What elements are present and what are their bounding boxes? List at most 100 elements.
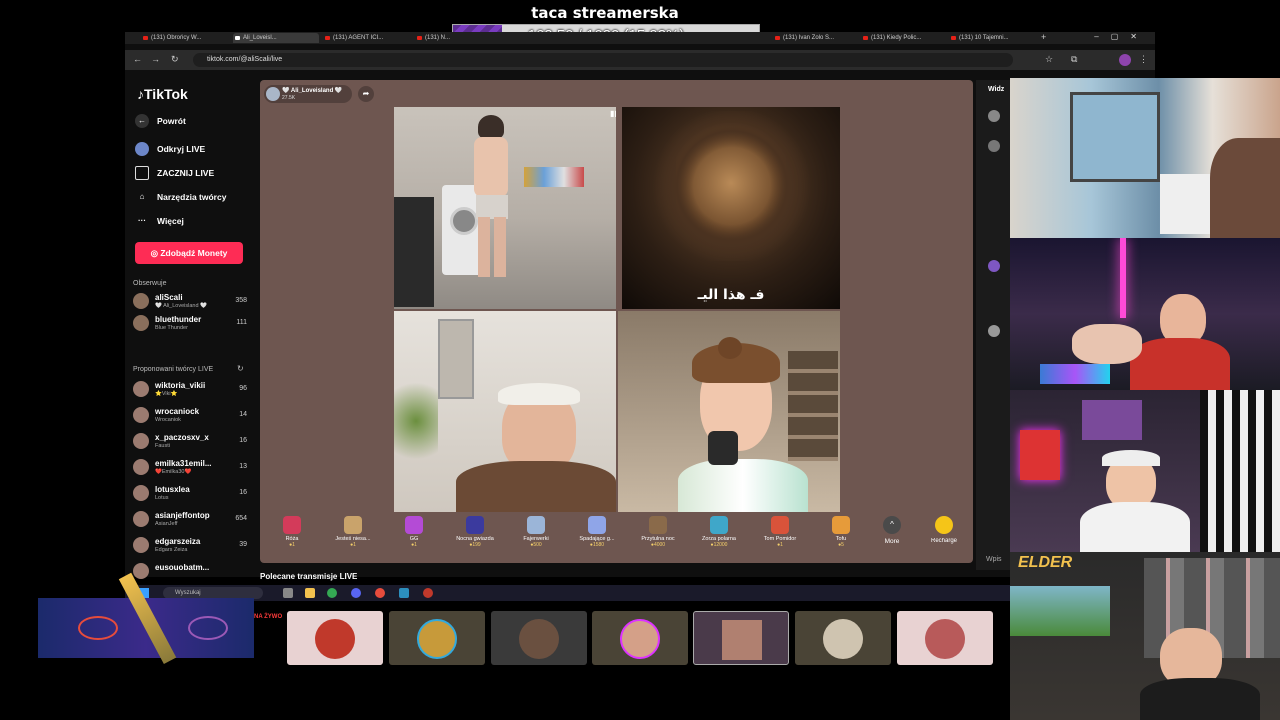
person-leg bbox=[494, 217, 506, 277]
forward-icon[interactable]: → bbox=[151, 54, 160, 64]
file-explorer-icon[interactable] bbox=[305, 588, 315, 598]
gift-icon bbox=[283, 516, 301, 534]
gift-item[interactable]: Jesteś niesa... ●1 bbox=[323, 516, 383, 548]
browser-tab[interactable]: (131) 10 Tajemni... bbox=[949, 33, 1029, 43]
nav-creator-tools[interactable]: ⌂ Narzędzia twórcy bbox=[135, 190, 227, 204]
account-viewers: 16 bbox=[239, 489, 247, 496]
host-viewer-count: 27.5K bbox=[282, 95, 296, 101]
gift-icon bbox=[466, 516, 484, 534]
browser-tab[interactable]: (131) AGENT ICI... bbox=[323, 33, 411, 43]
suggested-account[interactable]: wrocaniock Wrocaniok 14 bbox=[133, 406, 247, 426]
account-avatar bbox=[133, 381, 149, 397]
browser-tab[interactable]: (131) N... bbox=[415, 33, 451, 43]
viewer-tile[interactable] bbox=[693, 611, 789, 665]
viewer-tile[interactable] bbox=[491, 611, 587, 665]
lion-mane bbox=[652, 111, 812, 261]
browser-tab[interactable]: (131) Kiedy Polic... bbox=[861, 33, 941, 43]
app-icon[interactable] bbox=[375, 588, 385, 598]
nav-label: Odkryj LIVE bbox=[157, 144, 206, 154]
live-stream-area: 🤍 Ali_Loveisland 🤍 27.5K ➦ ▮▮ فـ هذا الي… bbox=[260, 80, 973, 563]
viewer-tile[interactable] bbox=[897, 611, 993, 665]
browser-tab-active[interactable]: Ali_Loveisl... bbox=[233, 33, 319, 43]
account-avatar bbox=[133, 433, 149, 449]
extensions-icon[interactable]: ⧉ bbox=[1071, 54, 1077, 65]
suggested-account[interactable]: asianjeffontop AsianJeff 654 bbox=[133, 510, 247, 530]
nav-back[interactable]: ← Powrót bbox=[135, 114, 186, 128]
chrome-icon[interactable] bbox=[327, 588, 337, 598]
suggested-account[interactable]: lotusxlea Lotus 16 bbox=[133, 484, 247, 504]
window-view bbox=[1070, 92, 1160, 182]
comment-input[interactable]: Wpis bbox=[986, 556, 1002, 563]
logo-text: TikTok bbox=[144, 86, 188, 102]
tiktok-logo[interactable]: ♪TikTok bbox=[137, 86, 188, 102]
app-icon[interactable] bbox=[423, 588, 433, 598]
spice-shelf bbox=[788, 351, 838, 461]
new-tab-icon[interactable]: + bbox=[1041, 32, 1046, 42]
gift-price-value: 500 bbox=[533, 542, 542, 548]
nav-start-live[interactable]: ZACZNIJ LIVE bbox=[135, 166, 214, 180]
discover-live-icon bbox=[135, 142, 149, 156]
app-icon[interactable] bbox=[399, 588, 409, 598]
back-icon[interactable]: ← bbox=[133, 54, 142, 64]
share-icon[interactable]: ➦ bbox=[358, 86, 374, 102]
viewer-tile[interactable] bbox=[287, 611, 383, 665]
gift-price-value: 1580 bbox=[592, 542, 605, 548]
bookmark-star-icon[interactable]: ☆ bbox=[1045, 54, 1053, 65]
suitcase-shape bbox=[394, 197, 434, 307]
more-gifts-button[interactable]: ^ More bbox=[862, 516, 922, 545]
gift-price-value: 1 bbox=[353, 542, 356, 548]
following-account[interactable]: bluethunder Blue Thunder 111 bbox=[133, 314, 247, 334]
browser-tab[interactable]: (131) Obrońcy W... bbox=[141, 33, 231, 43]
task-view-icon[interactable] bbox=[283, 588, 293, 598]
suggested-account[interactable]: x_paczosxv_x Fausti 16 bbox=[133, 432, 247, 452]
account-avatar bbox=[133, 485, 149, 501]
account-viewers: 111 bbox=[236, 319, 247, 326]
nav-discover-live[interactable]: Odkryj LIVE bbox=[135, 142, 205, 156]
viewer-tile[interactable] bbox=[389, 611, 485, 665]
viewer-tile[interactable] bbox=[592, 611, 688, 665]
guest-video-2: فـ هذا اليـ bbox=[622, 107, 840, 309]
recommended-live-title: Polecane transmisje LIVE bbox=[260, 572, 358, 581]
viewer-avatar bbox=[988, 110, 1000, 122]
url-field[interactable]: tiktok.com/@aliScali/live bbox=[193, 53, 1013, 67]
gift-item[interactable]: Róża ●1 bbox=[262, 516, 322, 548]
account-name: wiktoria_vikii bbox=[155, 381, 206, 390]
legs bbox=[1072, 324, 1142, 364]
gift-item[interactable]: Zorza polarna ●12000 bbox=[689, 516, 749, 548]
suggested-account[interactable]: emilka31emil... ❤️Emilka30❤️ 13 bbox=[133, 458, 247, 478]
account-avatar bbox=[133, 537, 149, 553]
account-name: bluethunder bbox=[155, 315, 202, 324]
viewer-tile[interactable] bbox=[795, 611, 891, 665]
browser-tab[interactable]: (131) Ivan Zolo S... bbox=[773, 33, 853, 43]
reload-icon[interactable]: ↻ bbox=[171, 54, 179, 65]
account-nickname: ⭐Viki⭐ bbox=[155, 391, 178, 397]
button-label: Zdobądź Monety bbox=[160, 248, 228, 258]
gift-price-value: 4000 bbox=[653, 542, 666, 548]
red-shirt bbox=[1130, 338, 1230, 390]
gift-price-value: 12000 bbox=[713, 542, 728, 548]
menu-icon[interactable]: ⋮ bbox=[1139, 54, 1148, 65]
nav-more[interactable]: ··· Więcej bbox=[135, 214, 184, 228]
gift-item[interactable]: Nocna gwiazda ●199 bbox=[445, 516, 505, 548]
discord-icon[interactable] bbox=[351, 588, 361, 598]
following-account[interactable]: aliScali 🤍 Ali_Loveisland 🤍 358 bbox=[133, 292, 247, 312]
gift-item[interactable]: Tom Pomidor ●1 bbox=[750, 516, 810, 548]
viewer-avatar bbox=[925, 619, 965, 659]
account-nickname: ❤️Emilka30❤️ bbox=[155, 469, 192, 475]
account-nickname: Fausti bbox=[155, 443, 170, 449]
suggested-account[interactable]: eusouobatm... bbox=[133, 562, 247, 582]
gift-item[interactable]: Fajerwerki ●500 bbox=[506, 516, 566, 548]
skin-preview bbox=[78, 616, 118, 640]
suggested-account[interactable]: wiktoria_vikii ⭐Viki⭐ 96 bbox=[133, 380, 247, 400]
profile-avatar[interactable] bbox=[1119, 54, 1131, 66]
get-coins-button[interactable]: ◎ Zdobądź Monety bbox=[135, 242, 243, 264]
refresh-icon[interactable]: ↻ bbox=[237, 364, 244, 373]
elder-logo: ELDER bbox=[1018, 554, 1073, 571]
gift-item[interactable]: Spadające g... ●1580 bbox=[567, 516, 627, 548]
host-info[interactable]: 🤍 Ali_Loveisland 🤍 27.5K bbox=[264, 85, 352, 103]
gift-item[interactable]: Przytulna noc ●4000 bbox=[628, 516, 688, 548]
window-controls[interactable]: –▢✕ bbox=[1094, 32, 1149, 41]
recharge-button[interactable]: Recharge bbox=[914, 516, 974, 544]
gift-item[interactable]: GG ●1 bbox=[384, 516, 444, 548]
suggested-account[interactable]: edgarszeiza Edgars Zeiza 39 bbox=[133, 536, 247, 556]
